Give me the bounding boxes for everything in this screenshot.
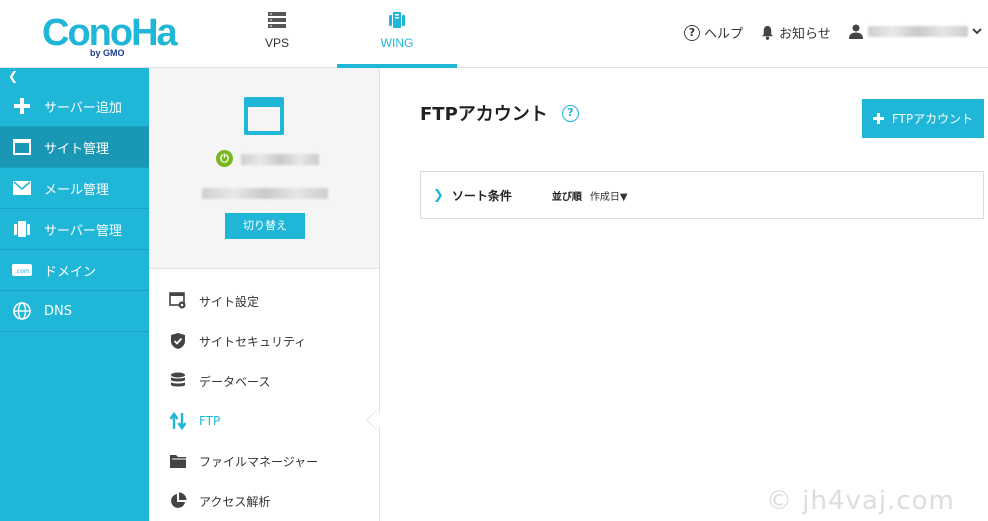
sidebar-item-add-server[interactable]: サーバー追加 xyxy=(0,86,149,127)
add-button-label: FTPアカウント xyxy=(891,112,974,126)
pie-chart-icon xyxy=(171,492,187,508)
notice-label: お知らせ xyxy=(779,27,831,42)
user-name-redacted xyxy=(868,25,968,37)
page-title: FTPアカウント xyxy=(420,104,548,125)
site-settings-icon xyxy=(169,292,186,309)
site-info-box: ⏻ 切り替え xyxy=(149,68,379,269)
sidebar-item-domain[interactable]: .com ドメイン xyxy=(0,250,149,291)
menu-item-site-security[interactable]: サイトセキュリティ xyxy=(149,321,379,361)
folder-icon xyxy=(170,455,186,468)
power-status-icon: ⏻ xyxy=(216,150,233,167)
add-ftp-account-button[interactable]: FTPアカウント xyxy=(862,99,984,138)
plus-icon xyxy=(14,98,30,114)
menu-item-database[interactable]: データベース xyxy=(149,361,379,401)
menu-item-label: ファイルマネージャー xyxy=(199,454,319,469)
globe-icon xyxy=(13,302,31,320)
sort-order-label: 並び順 xyxy=(551,191,582,203)
sidebar-item-site-manage[interactable]: サイト管理 xyxy=(0,127,149,168)
menu-item-label: FTP xyxy=(199,414,221,428)
ftp-icon xyxy=(169,412,187,430)
sort-panel: ❯ ソート条件 並び順 作成日▼ xyxy=(420,171,984,219)
chevron-right-icon[interactable]: ❯ xyxy=(433,188,444,203)
main-sidebar: ❮ サーバー追加 サイト管理 メール管理 サーバー管理 .com ドメイン DN… xyxy=(0,68,149,521)
help-label: ヘルプ xyxy=(704,27,744,42)
page-title-group: FTPアカウント ? xyxy=(420,100,579,126)
sidebar-item-server-manage[interactable]: サーバー管理 xyxy=(0,209,149,250)
chevron-down-icon xyxy=(972,28,982,35)
site-domain-redacted xyxy=(202,188,328,199)
site-name-redacted xyxy=(241,154,319,165)
bell-icon xyxy=(761,25,774,40)
domain-icon: .com xyxy=(12,264,32,276)
plus-icon xyxy=(872,113,884,124)
help-link[interactable]: ? ヘルプ xyxy=(684,23,743,42)
sidebar-collapse-button[interactable]: ❮ xyxy=(0,68,149,86)
shield-icon xyxy=(171,333,185,349)
tab-vps[interactable]: VPS xyxy=(236,0,318,68)
conoha-logo[interactable]: ConoHa by GMO xyxy=(40,10,178,60)
tab-vps-label: VPS xyxy=(264,36,289,50)
site-window-icon xyxy=(244,97,284,135)
sidebar-item-label: メール管理 xyxy=(44,182,110,198)
sidebar-item-label: サイト管理 xyxy=(44,141,110,157)
tab-wing-label: WING xyxy=(380,36,414,50)
site-panel: ⏻ 切り替え サイト設定 サイトセキュリティ データベース FTP ファイルマネ… xyxy=(149,68,380,521)
menu-item-access-analytics[interactable]: アクセス解析 xyxy=(149,481,379,521)
menu-item-label: サイトセキュリティ xyxy=(199,334,307,349)
server-icon xyxy=(268,12,286,28)
watermark: © jh4vaj.com xyxy=(766,486,955,516)
sort-order-select[interactable]: 作成日▼ xyxy=(590,188,628,203)
sidebar-item-label: DNS xyxy=(44,303,72,319)
sidebar-item-label: サーバー管理 xyxy=(44,223,122,239)
svg-text:.com: .com xyxy=(15,268,30,275)
sidebar-item-label: サーバー追加 xyxy=(44,100,122,116)
sidebar-item-dns[interactable]: DNS xyxy=(0,291,149,332)
menu-item-file-manager[interactable]: ファイルマネージャー xyxy=(149,441,379,481)
user-menu[interactable] xyxy=(848,23,982,39)
window-icon xyxy=(13,139,31,155)
database-icon xyxy=(171,372,185,387)
menu-item-site-settings[interactable]: サイト設定 xyxy=(149,281,379,321)
user-icon xyxy=(849,24,863,39)
menu-item-label: サイト設定 xyxy=(199,294,260,309)
menu-item-ftp[interactable]: FTP xyxy=(149,401,379,441)
header: ConoHa by GMO VPS WING ? ヘルプ お知らせ xyxy=(0,0,988,68)
help-question-icon[interactable]: ? xyxy=(561,104,579,122)
notice-link[interactable]: お知らせ xyxy=(760,23,831,42)
wing-icon xyxy=(389,12,405,28)
menu-item-label: データベース xyxy=(199,374,271,389)
sidebar-item-label: ドメイン xyxy=(44,264,97,280)
switch-site-button[interactable]: 切り替え xyxy=(225,213,305,239)
help-icon: ? xyxy=(684,24,700,41)
sort-label[interactable]: ソート条件 xyxy=(452,187,512,204)
server-manage-icon xyxy=(14,221,30,237)
sidebar-item-mail-manage[interactable]: メール管理 xyxy=(0,168,149,209)
tab-wing[interactable]: WING xyxy=(337,0,457,68)
menu-item-label: アクセス解析 xyxy=(199,494,271,509)
mail-icon xyxy=(13,181,31,195)
logo-sub: by GMO xyxy=(90,48,125,58)
